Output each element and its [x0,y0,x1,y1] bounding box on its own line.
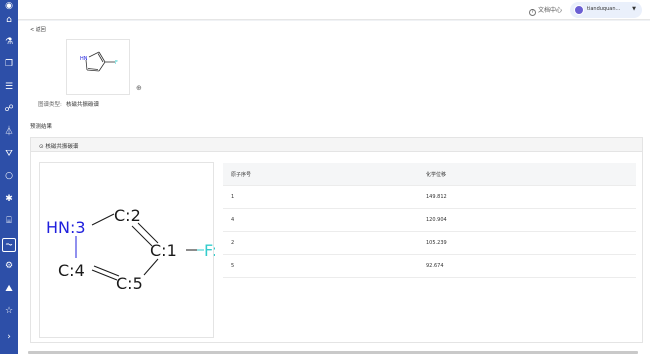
thumb-n-label: HN [80,56,88,62]
mountain-icon[interactable]: ⛰ [3,283,15,295]
table-row: 4 120.904 [223,209,636,232]
cell-atom-index: 5 [231,263,235,269]
molecule-icon[interactable]: ✱ [3,193,15,205]
filter-icon[interactable]: ⛛ [3,148,15,160]
home-icon[interactable]: ⌂ [3,14,15,26]
prediction-title: 预测结果 [30,124,53,130]
atom-f0-label: F:0 [204,241,215,260]
expand-icon[interactable]: › [3,331,15,343]
spectrum-type-label: 图谱类型: [38,102,62,108]
cell-chemical-shift: 120.904 [426,217,447,223]
panel-header[interactable]: ⊙ 核磁共振碳谱 [31,138,642,152]
molecule-thumbnail-drawing: HN F [80,51,118,72]
atom-c4-label: C:4 [58,261,85,280]
main-content: < 返回 HN F ⊕ 图谱类型: 核磁共振碳谱 预测结果 ⊙ 核磁共振碳谱 H… [18,21,650,354]
docs-center-link[interactable]: ? 文档中心 [528,5,562,16]
cell-atom-index: 2 [231,240,235,246]
table-row: 2 105.239 [223,232,636,255]
top-bar: ? 文档中心 tianduquan... ▼ [18,0,650,20]
cell-atom-index: 4 [231,217,235,223]
flask-icon[interactable]: ⚗ [3,36,15,48]
avatar [574,5,584,15]
building-icon[interactable]: ⌸ [3,215,15,227]
atom-c2-label: C:2 [114,206,141,225]
shift-table: 原子序号 化学位移 1 149.812 4 120.904 2 105.239 … [223,163,636,278]
zoom-in-icon[interactable]: ⊕ [136,84,142,92]
atom-c5-label: C:5 [116,274,143,293]
help-icon: ? [528,9,536,16]
user-name: tianduquan... [587,6,621,12]
molecule-structure: HN:3 C:2 C:1 F:0 C:4 C:5 [46,206,228,293]
header-atom-index: 原子序号 [231,172,252,178]
sidebar: ◉ ⌂ ⚗ ❐ ☰ ☍ ⏃ ⛛ ○ ✱ ⌸ ⏦ ⚙ ⛰ ☆ › [0,0,18,354]
caret-down-icon: ▼ [632,6,636,12]
spectrum-type-value: 核磁共振碳谱 [66,102,100,108]
atom-n3-label: HN:3 [46,218,86,237]
table-header-row: 原子序号 化学位移 [223,163,636,186]
atom-c1-label: C:1 [150,241,177,260]
chart-icon[interactable]: ⏦ [2,238,16,252]
back-link[interactable]: < 返回 [30,26,46,33]
table-row: 5 92.674 [223,255,636,278]
table-row: 1 149.812 [223,186,636,209]
user-menu[interactable]: tianduquan... ▼ [570,2,642,18]
beaker-icon[interactable]: ⏃ [3,126,15,138]
panel-title: ⊙ 核磁共振碳谱 [39,144,79,150]
gear-icon[interactable]: ⚙ [3,260,15,272]
molecule-viewer: HN:3 C:2 C:1 F:0 C:4 C:5 [39,162,228,338]
header-chemical-shift: 化学位移 [426,172,447,178]
thumb-f-label: F [115,60,118,66]
molecule-thumbnail[interactable]: HN F [66,39,130,95]
star-icon[interactable]: ☆ [3,305,15,317]
prediction-panel: ⊙ 核磁共振碳谱 HN:3 C:2 C:1 F:0 C:4 C:5 [30,137,643,343]
cell-chemical-shift: 92.674 [426,263,444,269]
docs-center-label: 文档中心 [537,7,562,14]
cell-chemical-shift: 105.239 [426,240,447,246]
logo-icon[interactable]: ◉ [3,0,15,12]
cell-chemical-shift: 149.812 [426,194,447,200]
cell-atom-index: 1 [231,194,235,200]
database-icon[interactable]: ☰ [3,81,15,93]
network-icon[interactable]: ☍ [3,103,15,115]
copy-icon[interactable]: ❐ [3,58,15,70]
circle-icon[interactable]: ○ [3,170,15,182]
